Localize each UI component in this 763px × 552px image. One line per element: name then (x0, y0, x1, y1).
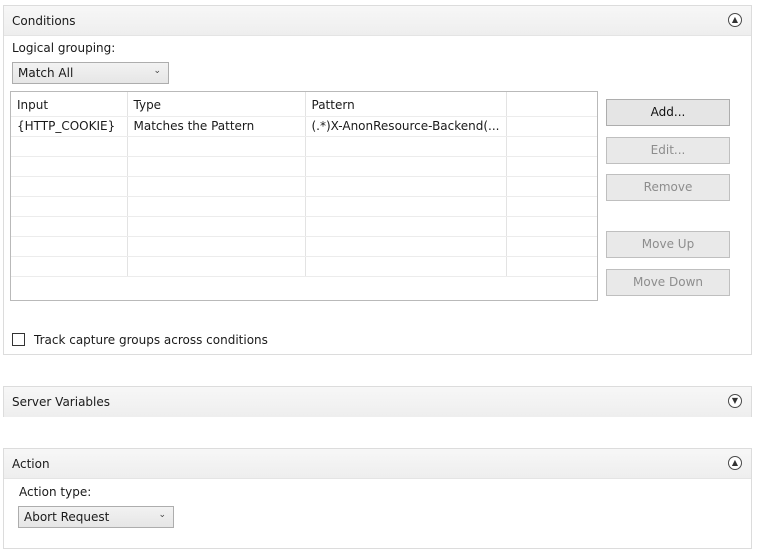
table-row[interactable] (11, 216, 597, 237)
expand-server-variables-icon[interactable]: ▼ (728, 394, 742, 408)
remove-button[interactable]: Remove (606, 174, 730, 201)
column-header-input[interactable]: Input (11, 92, 128, 117)
track-capture-label: Track capture groups across conditions (34, 333, 268, 347)
table-header-row: Input Type Pattern (11, 92, 597, 117)
collapse-action-icon[interactable]: ▲ (728, 456, 742, 470)
table-cell (127, 216, 306, 237)
table-cell (305, 136, 507, 157)
table-cell: {HTTP_COOKIE} (11, 116, 128, 137)
action-title: Action (12, 457, 50, 471)
action-panel: Action ▲ (3, 448, 752, 549)
table-cell (127, 136, 306, 157)
move-down-button[interactable]: Move Down (606, 269, 730, 296)
table-cell (305, 216, 507, 237)
table-row[interactable] (11, 256, 597, 277)
conditions-table[interactable]: Input Type Pattern {HTTP_COOKIE} Matches … (10, 91, 598, 301)
table-cell (506, 156, 597, 177)
table-cell (506, 116, 597, 137)
action-type-value: Abort Request (24, 510, 110, 524)
table-cell (127, 156, 306, 177)
server-variables-title: Server Variables (12, 395, 111, 409)
table-cell: Matches the Pattern (127, 116, 306, 137)
table-cell (506, 176, 597, 197)
collapse-conditions-icon[interactable]: ▲ (728, 13, 742, 27)
table-cell (305, 236, 507, 257)
conditions-header[interactable]: Conditions ▲ (4, 6, 751, 36)
edit-button[interactable]: Edit... (606, 137, 730, 164)
chevron-down-icon: ⌄ (153, 66, 161, 76)
column-header-type[interactable]: Type (127, 92, 306, 117)
table-cell (305, 176, 507, 197)
action-type-label: Action type: (19, 485, 92, 499)
conditions-title: Conditions (12, 14, 76, 28)
action-header[interactable]: Action ▲ (4, 449, 751, 479)
table-cell (127, 256, 306, 277)
logical-grouping-label: Logical grouping: (12, 41, 116, 55)
track-capture-checkbox[interactable] (12, 333, 25, 346)
table-row[interactable] (11, 196, 597, 217)
logical-grouping-value: Match All (18, 66, 74, 80)
move-up-button[interactable]: Move Up (606, 231, 730, 258)
add-button[interactable]: Add... (606, 99, 730, 126)
table-cell (506, 216, 597, 237)
chevron-down-icon: ⌄ (158, 510, 166, 520)
table-cell (11, 196, 128, 217)
table-cell (11, 136, 128, 157)
logical-grouping-select[interactable]: Match All ⌄ (12, 62, 169, 84)
table-cell (506, 136, 597, 157)
action-type-select[interactable]: Abort Request ⌄ (18, 506, 174, 528)
table-cell (506, 236, 597, 257)
table-cell (11, 156, 128, 177)
column-header-empty (506, 92, 597, 117)
table-cell (127, 176, 306, 197)
table-cell (11, 256, 128, 277)
server-variables-header[interactable]: Server Variables ▼ (4, 387, 751, 417)
table-cell (127, 236, 306, 257)
table-cell (506, 196, 597, 217)
table-row[interactable] (11, 136, 597, 157)
table-cell (305, 156, 507, 177)
table-row[interactable] (11, 176, 597, 197)
table-cell (11, 236, 128, 257)
table-cell: (.*)X-AnonResource-Backend(... (305, 116, 507, 137)
table-row[interactable]: {HTTP_COOKIE} Matches the Pattern (.*)X-An… (11, 116, 597, 137)
table-cell (506, 256, 597, 277)
table-cell (127, 196, 306, 217)
table-cell (305, 196, 507, 217)
table-cell (305, 256, 507, 277)
table-cell (11, 216, 128, 237)
server-variables-panel: Server Variables ▼ (3, 386, 752, 417)
column-header-pattern[interactable]: Pattern (305, 92, 507, 117)
table-cell (11, 176, 128, 197)
table-row[interactable] (11, 236, 597, 257)
table-row[interactable] (11, 156, 597, 177)
